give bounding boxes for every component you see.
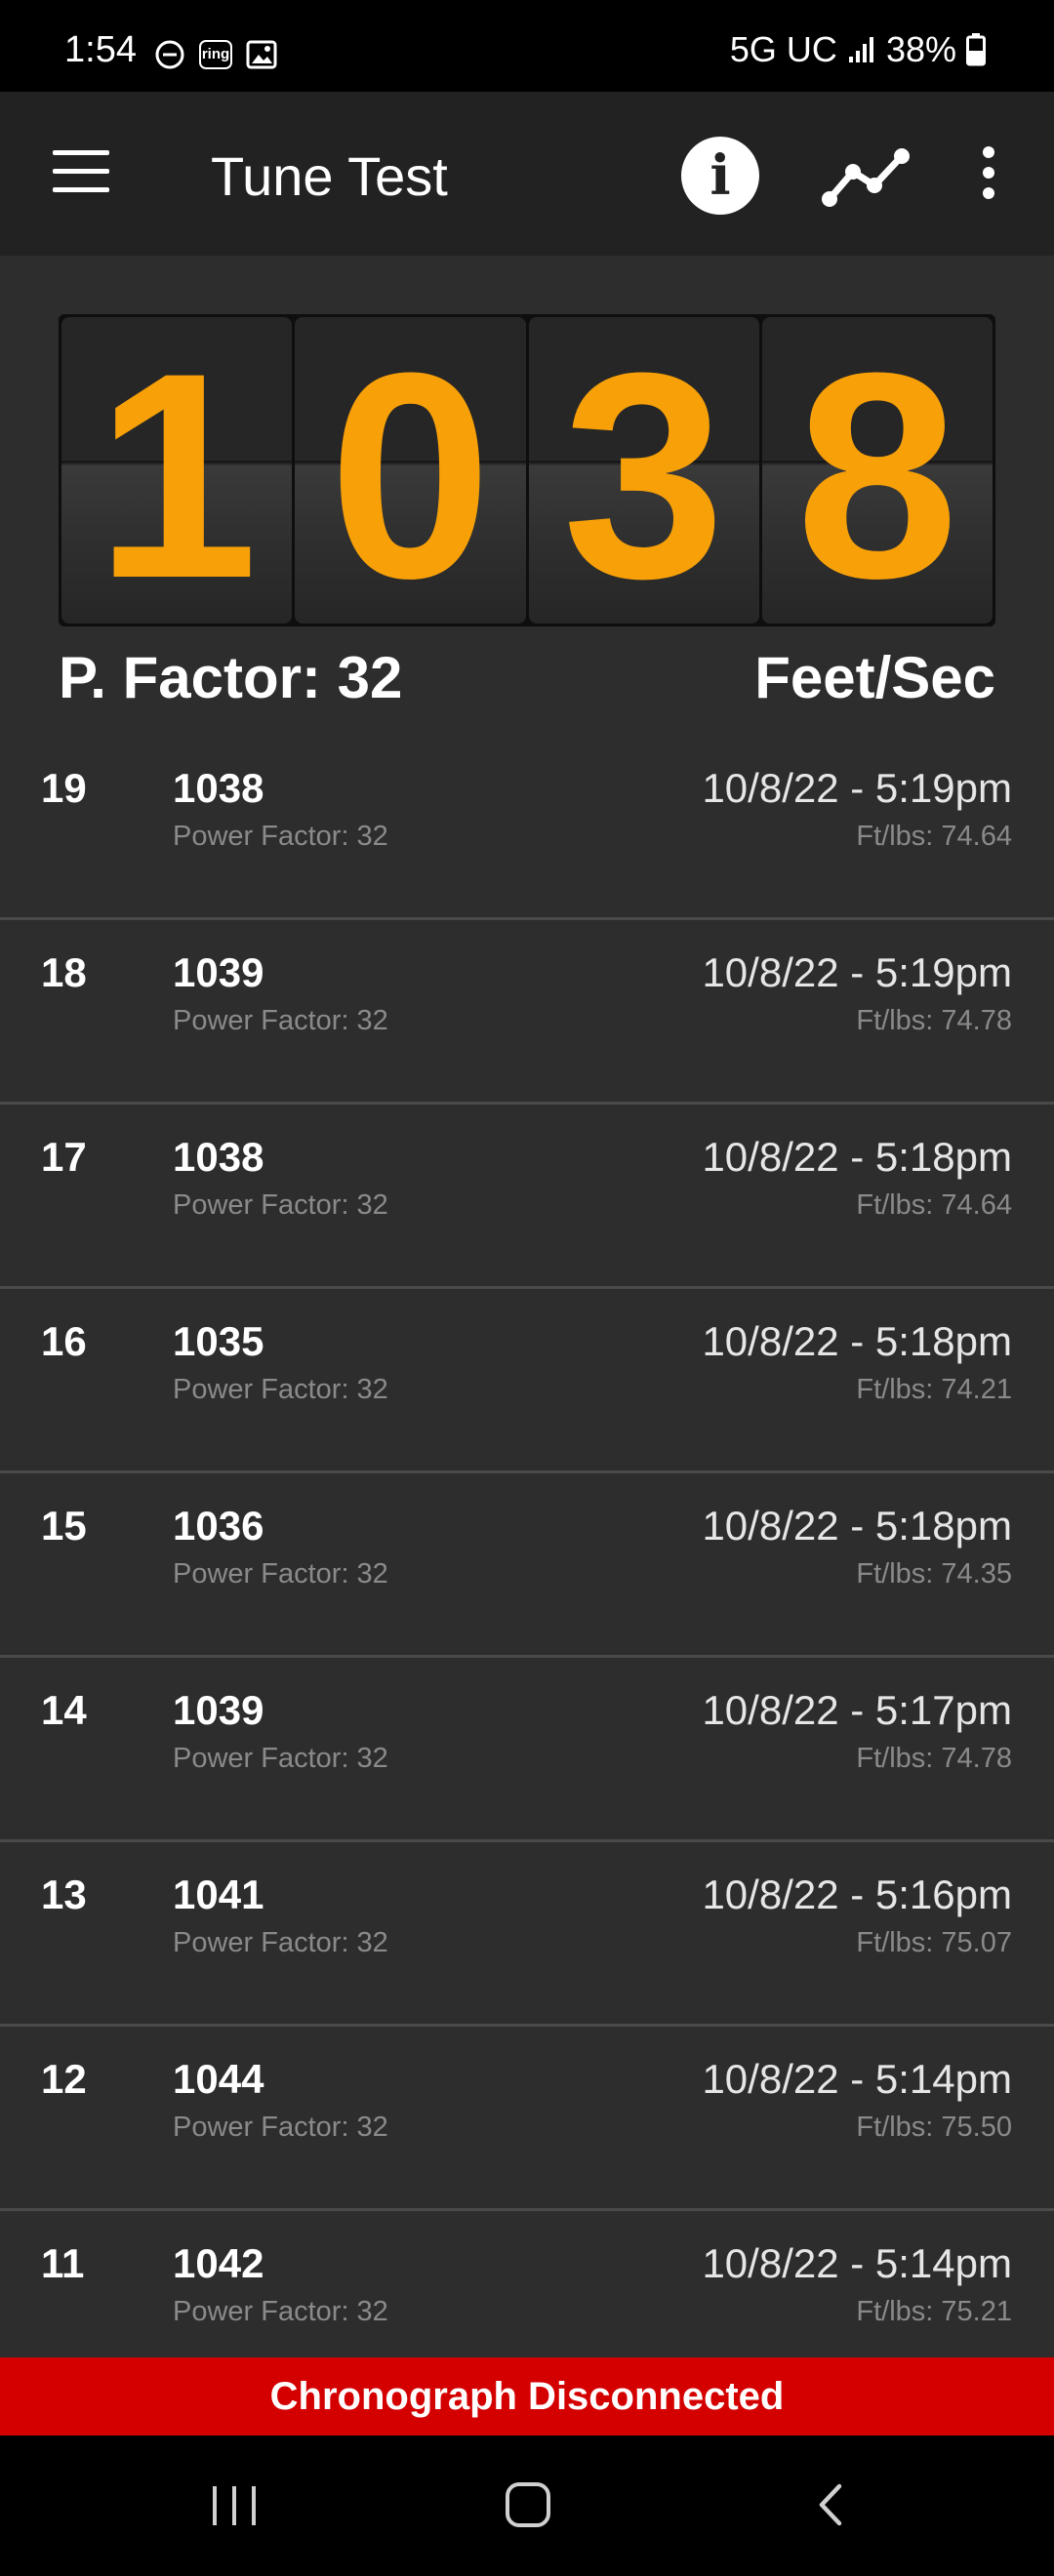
shot-row[interactable]: 18 1039 Power Factor: 32 10/8/22 - 5:19p… — [0, 920, 1054, 1105]
shot-number: 11 — [41, 2240, 85, 2286]
shot-power-factor: Power Factor: 32 — [173, 1558, 388, 1590]
info-icon[interactable]: i — [681, 137, 759, 215]
shot-velocity: 1035 — [173, 1318, 264, 1364]
unit-label: Feet/Sec — [754, 645, 995, 710]
shot-velocity: 1042 — [173, 2240, 264, 2286]
shot-power-factor: Power Factor: 32 — [173, 1374, 388, 1405]
shot-energy: Ft/lbs: 74.78 — [856, 1005, 1012, 1036]
digit-text: 0 — [328, 317, 492, 624]
shot-row[interactable]: 14 1039 Power Factor: 32 10/8/22 - 5:17p… — [0, 1658, 1054, 1842]
shot-datetime: 10/8/22 - 5:18pm — [702, 1134, 1012, 1180]
battery-icon — [966, 33, 986, 66]
shot-row[interactable]: 15 1036 Power Factor: 32 10/8/22 - 5:18p… — [0, 1473, 1054, 1658]
shot-row[interactable]: 13 1041 Power Factor: 32 10/8/22 - 5:16p… — [0, 1842, 1054, 2027]
digit-text: 1 — [95, 317, 259, 624]
graph-icon[interactable] — [820, 142, 912, 211]
shot-number: 13 — [41, 1872, 87, 1917]
shot-velocity: 1044 — [173, 2056, 264, 2102]
shot-row[interactable]: 19 1038 Power Factor: 32 10/8/22 - 5:19p… — [0, 736, 1054, 920]
shot-velocity: 1039 — [173, 1687, 264, 1733]
shot-datetime: 10/8/22 - 5:14pm — [702, 2056, 1012, 2102]
shot-datetime: 10/8/22 - 5:19pm — [702, 949, 1012, 995]
shot-datetime: 10/8/22 - 5:19pm — [702, 765, 1012, 811]
status-bar: 1:54 ring 5G UC 38% — [0, 0, 1054, 92]
shot-velocity: 1038 — [173, 765, 264, 811]
battery-percent: 38% — [885, 29, 956, 69]
signal-icon — [848, 37, 873, 62]
shot-number: 19 — [41, 765, 87, 811]
shot-row[interactable]: 17 1038 Power Factor: 32 10/8/22 - 5:18p… — [0, 1105, 1054, 1289]
recent-apps-icon[interactable] — [213, 2486, 256, 2525]
shot-number: 18 — [41, 949, 87, 995]
app-bar: Tune Test i — [0, 92, 1054, 256]
menu-icon[interactable] — [53, 150, 109, 197]
shot-power-factor: Power Factor: 32 — [173, 1189, 388, 1221]
velocity-digit: 0 — [295, 317, 526, 624]
shot-number: 16 — [41, 1318, 87, 1364]
shot-datetime: 10/8/22 - 5:16pm — [702, 1872, 1012, 1917]
app-title: Tune Test — [211, 145, 448, 207]
shot-power-factor: Power Factor: 32 — [173, 1927, 388, 1958]
velocity-digit: 8 — [761, 317, 993, 624]
navigation-bar — [0, 2435, 1054, 2576]
shot-velocity: 1038 — [173, 1134, 264, 1180]
shot-row[interactable]: 12 1044 Power Factor: 32 10/8/22 - 5:14p… — [0, 2027, 1054, 2211]
shot-row[interactable]: 16 1035 Power Factor: 32 10/8/22 - 5:18p… — [0, 1289, 1054, 1473]
shot-energy: Ft/lbs: 75.21 — [856, 2296, 1012, 2327]
velocity-digit: 3 — [528, 317, 759, 624]
shot-datetime: 10/8/22 - 5:17pm — [702, 1687, 1012, 1733]
notification-icons: ring — [154, 39, 277, 70]
shot-energy: Ft/lbs: 74.78 — [856, 1743, 1012, 1774]
digit-text: 3 — [562, 317, 726, 624]
shot-number: 14 — [41, 1687, 87, 1733]
ring-icon: ring — [199, 40, 232, 69]
more-vert-icon[interactable] — [972, 146, 1005, 205]
system-indicators: 5G UC 38% — [730, 29, 986, 70]
shot-energy: Ft/lbs: 75.07 — [856, 1927, 1012, 1958]
shot-power-factor: Power Factor: 32 — [173, 2296, 388, 2327]
home-icon[interactable] — [506, 2482, 550, 2527]
shot-power-factor: Power Factor: 32 — [173, 1743, 388, 1774]
shot-number: 17 — [41, 1134, 87, 1180]
shot-datetime: 10/8/22 - 5:14pm — [702, 2240, 1012, 2286]
shot-datetime: 10/8/22 - 5:18pm — [702, 1503, 1012, 1549]
shot-energy: Ft/lbs: 74.35 — [856, 1558, 1012, 1590]
shot-energy: Ft/lbs: 74.64 — [856, 821, 1012, 852]
shot-power-factor: Power Factor: 32 — [173, 2112, 388, 2143]
power-factor-label: P. Factor: 32 — [59, 645, 403, 710]
shot-energy: Ft/lbs: 75.50 — [856, 2112, 1012, 2143]
shot-datetime: 10/8/22 - 5:18pm — [702, 1318, 1012, 1364]
shot-velocity: 1036 — [173, 1503, 264, 1549]
shot-list[interactable]: 19 1038 Power Factor: 32 10/8/22 - 5:19p… — [0, 736, 1054, 2357]
shot-power-factor: Power Factor: 32 — [173, 821, 388, 852]
do-not-disturb-icon — [155, 40, 184, 69]
shot-velocity: 1039 — [173, 949, 264, 995]
status-time: 1:54 — [64, 29, 137, 70]
shot-velocity: 1041 — [173, 1872, 264, 1917]
shot-energy: Ft/lbs: 74.64 — [856, 1189, 1012, 1221]
shot-number: 15 — [41, 1503, 87, 1549]
network-type: 5G UC — [729, 29, 837, 69]
back-icon[interactable] — [806, 2480, 855, 2529]
shot-number: 12 — [41, 2056, 87, 2102]
velocity-digit: 1 — [61, 317, 293, 624]
digit-text: 8 — [795, 317, 959, 624]
shot-power-factor: Power Factor: 32 — [173, 1005, 388, 1036]
connection-status-banner[interactable]: Chronograph Disconnected — [0, 2357, 1054, 2435]
image-icon — [246, 40, 277, 69]
shot-energy: Ft/lbs: 74.21 — [856, 1374, 1012, 1405]
velocity-display: 1 0 3 8 — [59, 314, 995, 626]
shot-row[interactable]: 11 1042 Power Factor: 32 10/8/22 - 5:14p… — [0, 2211, 1054, 2357]
